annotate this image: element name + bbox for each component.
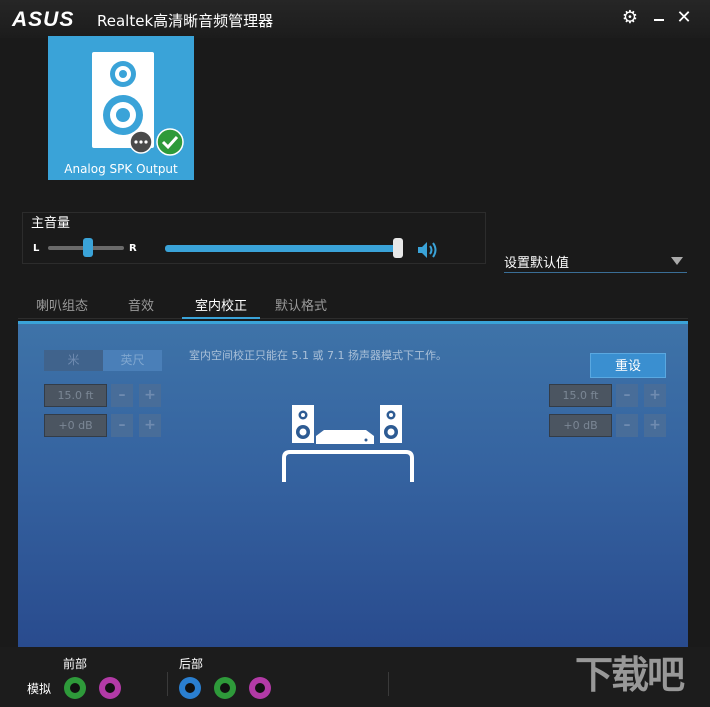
front-label: 前部	[63, 657, 88, 671]
asus-logo: ASUS	[12, 8, 75, 31]
front-pink-jack[interactable]	[99, 677, 121, 699]
right-gain-minus-button[interactable]: –	[616, 414, 638, 437]
speaker-mute-icon[interactable]	[416, 240, 440, 260]
volume-slider-track[interactable]	[165, 245, 400, 252]
title-bar: ASUS Realtek高清晰音频管理器 ⚙ ✕	[0, 0, 710, 38]
minimize-icon[interactable]	[648, 6, 670, 30]
right-distance-field[interactable]: 15.0 ft	[549, 384, 612, 407]
tab-bar: 喇叭组态 音效 室内校正 默认格式	[18, 292, 688, 319]
rear-pink-jack[interactable]	[249, 677, 271, 699]
tab-room-correction[interactable]: 室内校正	[182, 295, 260, 319]
tab-sound-effects[interactable]: 音效	[126, 295, 156, 319]
jack-divider	[167, 672, 168, 696]
left-distance-minus-button[interactable]: –	[111, 384, 133, 407]
left-gain-minus-button[interactable]: –	[111, 414, 133, 437]
rear-blue-jack[interactable]	[179, 677, 201, 699]
tab-default-format[interactable]: 默认格式	[274, 295, 328, 319]
device-tile-analog-spk[interactable]: Analog SPK Output	[48, 36, 194, 180]
set-default-dropdown[interactable]: 设置默认值	[504, 252, 687, 273]
right-gain-field[interactable]: +0 dB	[549, 414, 612, 437]
check-icon	[156, 128, 184, 156]
volume-slider-thumb[interactable]	[393, 238, 403, 258]
unit-meter-button[interactable]: 米	[44, 350, 103, 371]
left-gain-plus-button[interactable]: +	[139, 414, 161, 437]
tab-speaker-config[interactable]: 喇叭组态	[35, 295, 89, 319]
main-volume-label: 主音量	[31, 216, 71, 231]
reset-button[interactable]: 重设	[590, 353, 666, 378]
rear-label: 后部	[179, 657, 204, 671]
analog-label: 模拟	[27, 682, 52, 696]
watermark: 下载吧	[575, 653, 685, 697]
room-illustration-icon	[282, 405, 414, 482]
jack-divider	[388, 672, 389, 696]
balance-right-label: R	[129, 243, 137, 254]
left-gain-field[interactable]: +0 dB	[44, 414, 107, 437]
app-title: Realtek高清晰音频管理器	[97, 12, 274, 30]
left-distance-plus-button[interactable]: +	[139, 384, 161, 407]
chevron-down-icon	[671, 257, 683, 265]
chat-bubble-icon	[129, 131, 153, 154]
right-gain-plus-button[interactable]: +	[644, 414, 666, 437]
set-default-label: 设置默认值	[504, 256, 570, 271]
room-correction-message: 室内空间校正只能在 5.1 或 7.1 扬声器模式下工作。	[189, 349, 447, 362]
right-distance-minus-button[interactable]: –	[616, 384, 638, 407]
balance-left-label: L	[33, 243, 40, 254]
balance-slider-thumb[interactable]	[83, 238, 93, 257]
right-distance-plus-button[interactable]: +	[644, 384, 666, 407]
close-icon[interactable]: ✕	[673, 6, 695, 30]
left-distance-field[interactable]: 15.0 ft	[44, 384, 107, 407]
device-label: Analog SPK Output	[64, 162, 178, 176]
gear-icon[interactable]: ⚙	[619, 6, 641, 30]
unit-foot-button[interactable]: 英尺	[103, 350, 162, 371]
front-green-jack[interactable]	[64, 677, 86, 699]
rear-green-jack[interactable]	[214, 677, 236, 699]
